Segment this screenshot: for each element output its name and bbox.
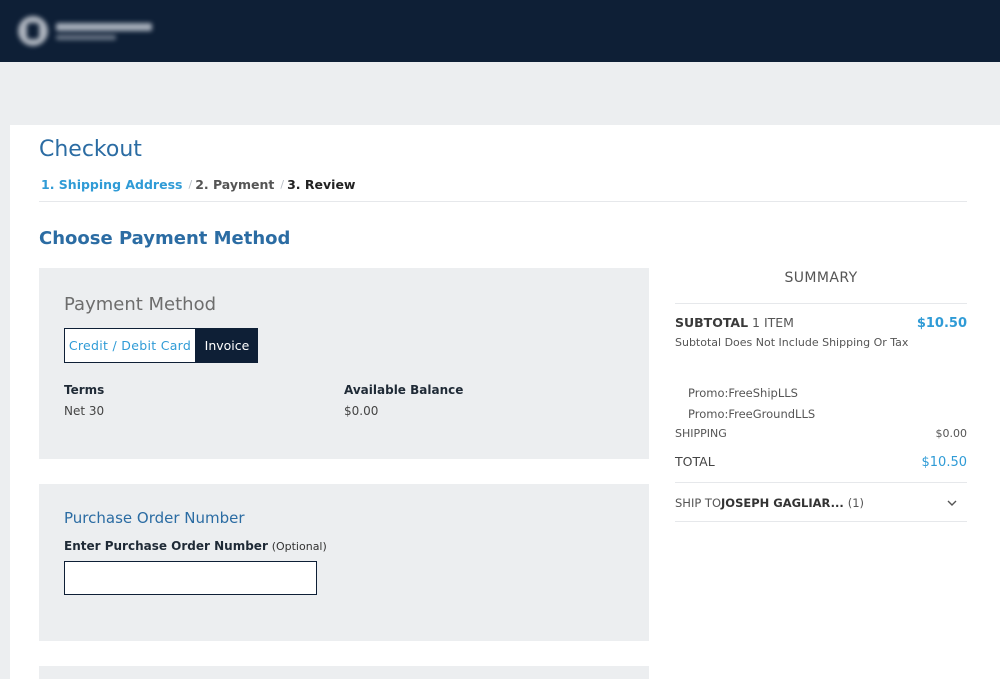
step-payment: 2. Payment [195, 177, 275, 192]
purchase-order-heading: Purchase Order Number [64, 509, 245, 527]
total-row: TOTAL $10.50 [675, 454, 967, 470]
shipping-label: SHIPPING [675, 427, 727, 440]
breadcrumb-separator: / [280, 178, 285, 191]
next-section-panel [39, 666, 649, 679]
purchase-order-label-text: Enter Purchase Order Number [64, 539, 268, 553]
step-review: 3. Review [287, 177, 356, 192]
logo-wordmark [56, 22, 152, 40]
subtotal-label-text: SUBTOTAL [675, 315, 749, 330]
ship-to-count: (1) [847, 496, 865, 510]
total-value: $10.50 [921, 455, 968, 470]
invoice-tab[interactable]: Invoice [196, 328, 258, 363]
section-title: Choose Payment Method [39, 228, 291, 249]
ship-to-toggle[interactable]: SHIP TOJOSEPH GAGLIAR... (1) [675, 496, 967, 510]
subtotal-value: $10.50 [916, 316, 967, 331]
shipping-row: SHIPPING $0.00 [675, 427, 967, 440]
subtotal-note: Subtotal Does Not Include Shipping Or Ta… [675, 336, 909, 349]
ship-to-label: SHIP TOJOSEPH GAGLIAR... (1) [675, 496, 864, 510]
available-balance-value: $0.00 [344, 404, 379, 418]
subtotal-row: SUBTOTAL 1 ITEM $10.50 [675, 315, 967, 331]
available-balance-label: Available Balance [344, 383, 464, 397]
ship-to-prefix: SHIP TO [675, 496, 722, 510]
purchase-order-label: Enter Purchase Order Number (Optional) [64, 539, 327, 553]
subtotal-label: SUBTOTAL 1 ITEM [675, 315, 794, 330]
terms-value: Net 30 [64, 404, 105, 418]
summary-divider [675, 482, 967, 483]
promo-code: Promo:FreeShipLLS [688, 386, 798, 400]
header-divider [39, 201, 967, 202]
chevron-down-icon[interactable] [945, 496, 959, 510]
summary-divider [675, 303, 967, 304]
payment-method-heading: Payment Method [64, 294, 217, 315]
shipping-value: $0.00 [935, 427, 968, 440]
step-shipping-address[interactable]: 1. Shipping Address [41, 177, 182, 192]
company-logo[interactable] [18, 10, 158, 52]
optional-hint: (Optional) [271, 540, 327, 553]
summary-title: SUMMARY [784, 270, 858, 286]
payment-method-tabs: Credit / Debit Card Invoice [64, 328, 258, 363]
total-label: TOTAL [675, 454, 715, 469]
top-navigation-bar [0, 0, 1000, 62]
promo-code: Promo:FreeGroundLLS [688, 407, 816, 421]
page-title: Checkout [39, 137, 142, 162]
ship-to-name: JOSEPH GAGLIAR... [721, 496, 844, 510]
terms-label: Terms [64, 383, 105, 397]
subtotal-item-count: 1 ITEM [752, 315, 794, 330]
credit-debit-card-tab[interactable]: Credit / Debit Card [64, 328, 196, 363]
checkout-breadcrumb: 1. Shipping Address / 2. Payment / 3. Re… [41, 177, 355, 192]
breadcrumb-separator: / [188, 178, 193, 191]
purchase-order-input[interactable] [64, 561, 317, 595]
logo-emblem-icon [18, 16, 48, 46]
summary-divider [675, 521, 967, 522]
